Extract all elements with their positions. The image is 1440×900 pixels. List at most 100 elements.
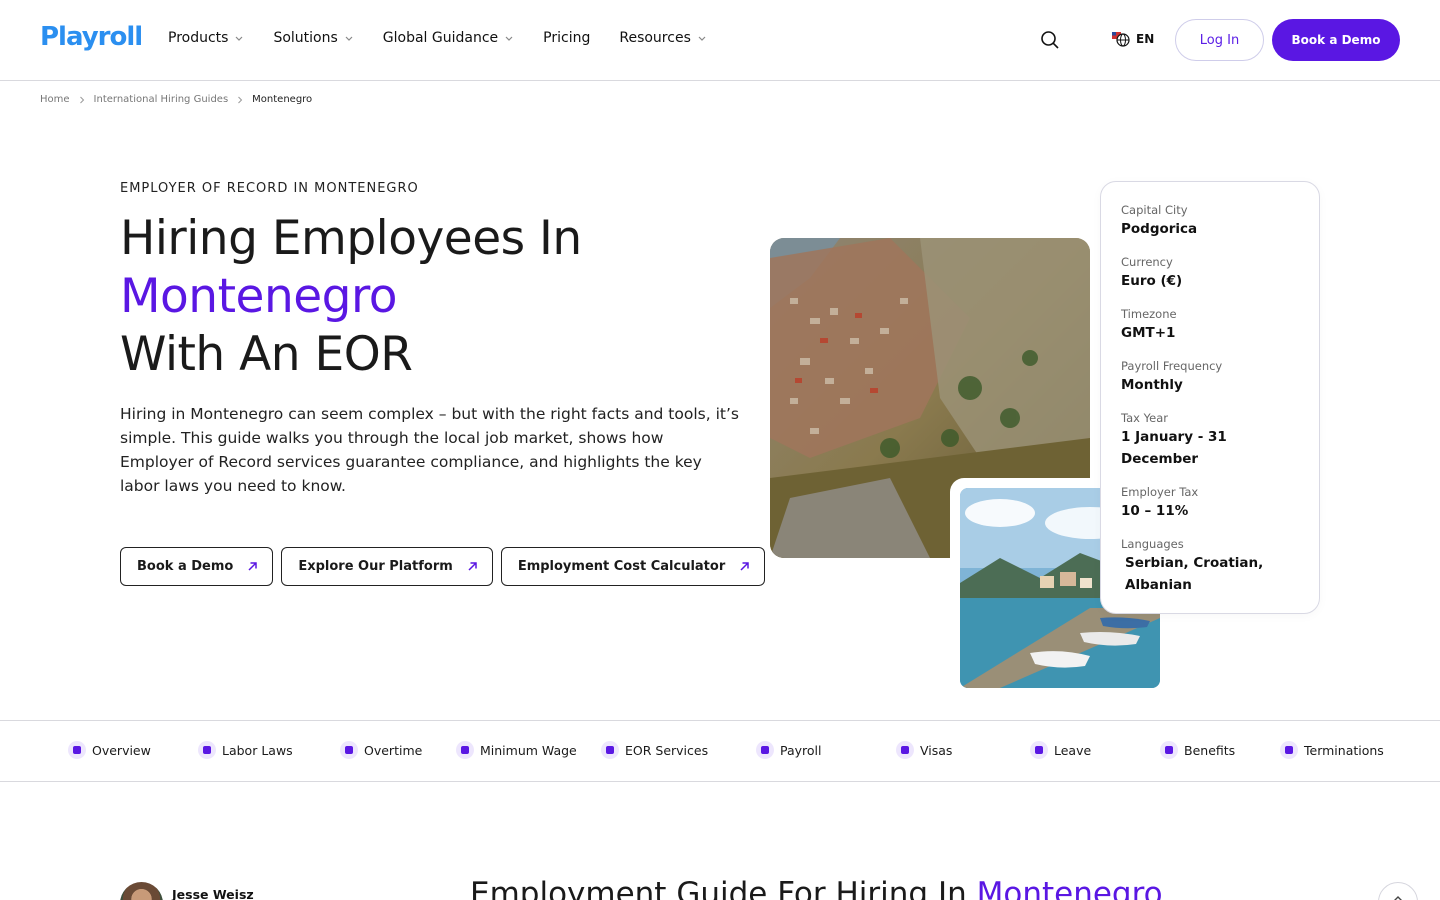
chevron-up-icon xyxy=(1394,896,1402,900)
hero-cta-row: Book a Demo Explore Our Platform Employm… xyxy=(120,547,773,586)
hero-eyebrow: EMPLOYER OF RECORD IN MONTENEGRO xyxy=(120,181,419,196)
fact-currency: Currency Euro (€) xyxy=(1121,254,1299,292)
hero-title-line3: With An EOR xyxy=(120,327,413,382)
nav-label: Solutions xyxy=(273,30,338,46)
fact-employer-tax: Employer Tax 10 – 11% xyxy=(1121,484,1299,522)
fact-value: Monthly xyxy=(1121,377,1183,393)
fact-value: Euro (€) xyxy=(1121,273,1183,289)
nav-label: Pricing xyxy=(543,30,591,46)
fact-label: Timezone xyxy=(1121,307,1177,321)
login-button[interactable]: Log In xyxy=(1175,19,1264,61)
coin-icon xyxy=(456,741,474,759)
fact-label: Currency xyxy=(1121,255,1173,269)
fact-label: Payroll Frequency xyxy=(1121,359,1223,373)
payroll-icon xyxy=(756,741,774,759)
guide-title-prefix: Employment Guide For Hiring In xyxy=(470,876,967,900)
fact-payroll-frequency: Payroll Frequency Monthly xyxy=(1121,358,1299,396)
fact-timezone: Timezone GMT+1 xyxy=(1121,306,1299,344)
arrow-up-right-icon xyxy=(248,562,258,571)
fact-label: Languages xyxy=(1121,537,1184,551)
chevron-right-icon xyxy=(238,96,243,103)
fact-value: Serbian, Croatian, Albanian xyxy=(1125,555,1264,593)
section-tab-labor-laws[interactable]: Labor Laws xyxy=(198,741,293,759)
fact-value: GMT+1 xyxy=(1121,325,1176,341)
book-demo-button[interactable]: Book a Demo xyxy=(1272,19,1400,61)
cta-book-demo[interactable]: Book a Demo xyxy=(120,547,274,586)
nav-pricing[interactable]: Pricing xyxy=(543,30,590,46)
section-tab-visas[interactable]: Visas xyxy=(896,741,952,759)
fact-label: Capital City xyxy=(1121,203,1188,217)
section-tab-label: Overview xyxy=(92,742,151,758)
chevron-down-icon xyxy=(236,36,243,41)
cta-label: Employment Cost Calculator xyxy=(517,559,726,574)
fact-value: 10 – 11% xyxy=(1121,503,1189,519)
nav-label: Global Guidance xyxy=(382,30,499,46)
guide-title-accent: Montenegro xyxy=(976,876,1163,900)
fact-value: 1 January - 31 December xyxy=(1121,429,1227,467)
cta-label: Book a Demo xyxy=(137,559,234,574)
section-tab-label: Labor Laws xyxy=(222,742,293,758)
hero-title-accent: Montenegro xyxy=(120,269,398,324)
nav-global-guidance[interactable]: Global Guidance xyxy=(383,30,514,46)
nav-label: Resources xyxy=(619,30,691,46)
layers-icon xyxy=(68,741,86,759)
scroll-to-top-button[interactable] xyxy=(1378,882,1418,900)
fact-value: Podgorica xyxy=(1121,221,1198,237)
section-tab-label: EOR Services xyxy=(625,742,709,758)
playroll-logo[interactable]: Playroll xyxy=(40,22,143,52)
hero-title: Hiring Employees In Montenegro With An E… xyxy=(120,210,760,384)
cta-cost-calculator[interactable]: Employment Cost Calculator xyxy=(500,547,766,586)
section-tab-overview[interactable]: Overview xyxy=(68,741,151,759)
nav-resources[interactable]: Resources xyxy=(619,30,707,46)
breadcrumb-guides[interactable]: International Hiring Guides xyxy=(94,94,229,105)
section-tab-leave[interactable]: Leave xyxy=(1030,741,1091,759)
clock-icon xyxy=(340,741,358,759)
chevron-down-icon xyxy=(505,36,513,41)
main-nav: Products Solutions Global Guidance Prici… xyxy=(168,30,736,46)
fact-label: Tax Year xyxy=(1121,411,1168,425)
globe-icon xyxy=(1112,32,1130,47)
avatar xyxy=(120,882,163,900)
section-nav: Overview Labor Laws Overtime Minimum Wag… xyxy=(0,720,1440,782)
section-tab-payroll[interactable]: Payroll xyxy=(756,741,822,759)
hero-title-line1: Hiring Employees In xyxy=(120,211,582,266)
document-icon xyxy=(896,741,914,759)
breadcrumb: Home International Hiring Guides Montene… xyxy=(40,94,312,105)
author-byline: Jesse Weisz xyxy=(120,882,254,900)
section-tab-terminations[interactable]: Terminations xyxy=(1280,741,1384,759)
section-tab-label: Benefits xyxy=(1184,742,1236,758)
search-icon[interactable] xyxy=(1040,30,1060,50)
fact-languages: Languages Serbian, Croatian, Albanian xyxy=(1121,536,1299,596)
cta-explore-platform[interactable]: Explore Our Platform xyxy=(281,547,493,586)
language-selector[interactable]: EN xyxy=(1112,31,1154,47)
section-tab-benefits[interactable]: Benefits xyxy=(1160,741,1235,759)
scale-icon xyxy=(198,741,216,759)
section-tab-overtime[interactable]: Overtime xyxy=(340,741,422,759)
breadcrumb-home[interactable]: Home xyxy=(40,94,70,105)
arrow-up-right-icon xyxy=(740,562,749,571)
nav-products[interactable]: Products xyxy=(168,30,244,46)
fact-tax-year: Tax Year 1 January - 31 December xyxy=(1121,410,1299,470)
site-header: Playroll Products Solutions Global Guida… xyxy=(0,0,1440,81)
section-tab-label: Visas xyxy=(920,742,953,758)
section-tab-label: Leave xyxy=(1054,742,1092,758)
fact-label: Employer Tax xyxy=(1121,485,1199,499)
heart-icon xyxy=(1160,741,1178,759)
section-tab-label: Minimum Wage xyxy=(480,742,577,758)
arrow-up-right-icon xyxy=(468,562,477,571)
breadcrumb-current: Montenegro xyxy=(252,94,313,105)
fact-capital: Capital City Podgorica xyxy=(1121,202,1299,240)
chevron-right-icon xyxy=(79,96,84,103)
location-pin-icon xyxy=(601,741,619,759)
language-code: EN xyxy=(1136,32,1155,46)
nav-solutions[interactable]: Solutions xyxy=(273,30,353,46)
section-tab-eor-services[interactable]: EOR Services xyxy=(601,741,708,759)
cta-label: Explore Our Platform xyxy=(298,559,453,574)
hero-description: Hiring in Montenegro can seem complex – … xyxy=(120,405,739,495)
leave-icon xyxy=(1030,741,1048,759)
chevron-down-icon xyxy=(345,36,353,41)
country-facts-card: Capital City Podgorica Currency Euro (€)… xyxy=(1100,181,1320,614)
section-tab-minimum-wage[interactable]: Minimum Wage xyxy=(456,741,577,759)
author-name[interactable]: Jesse Weisz xyxy=(172,887,254,900)
section-tab-label: Payroll xyxy=(780,742,822,758)
